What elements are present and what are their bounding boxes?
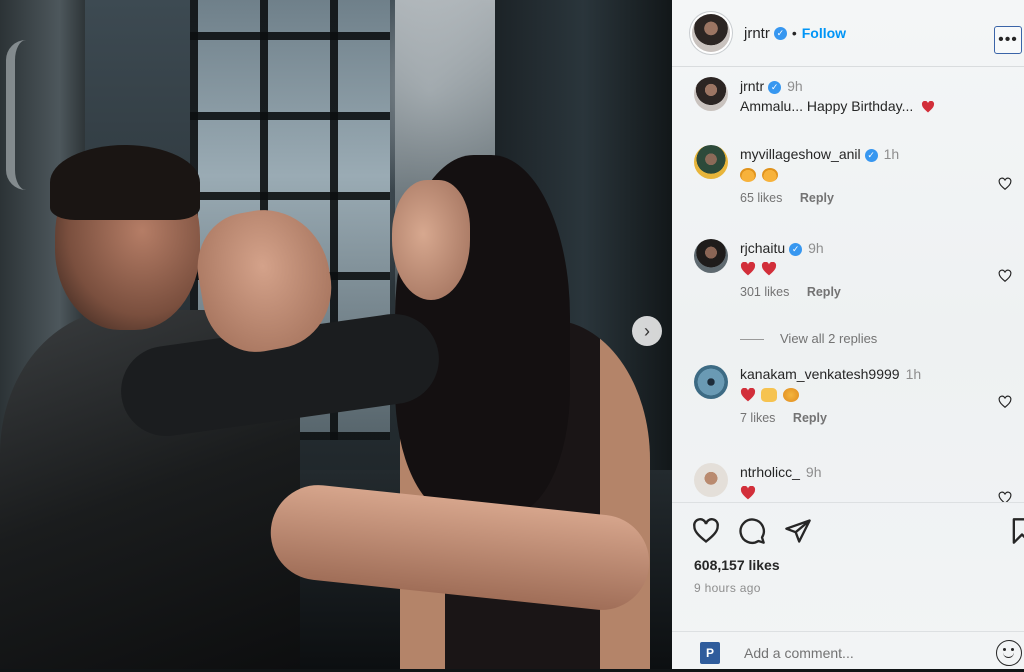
post-actions: 608,157 likes 9 hours ago P [672,502,1024,670]
like-heart-icon[interactable] [998,269,1012,283]
comment-time: 1h [905,366,922,382]
person-man-hair [50,145,200,220]
follow-button[interactable]: Follow [802,25,846,41]
app-icon: P [700,642,720,664]
reply-button[interactable]: Reply [807,285,841,299]
separator-dot: • [791,25,797,41]
person-woman-face [392,180,470,300]
red-heart-icon [740,262,756,276]
caption-text-content: Ammalu... Happy Birthday... [740,98,914,114]
comment-text [740,260,1000,276]
red-heart-icon [922,101,935,113]
comment-username[interactable]: kanakam_venkatesh9999 [740,366,900,382]
post-header: jrntr ✓ • Follow ••• [672,0,1024,67]
comment-username[interactable]: rjchaitu [740,240,785,256]
verified-badge-icon: ✓ [864,148,878,162]
comment-avatar[interactable] [694,463,728,497]
comment-text [740,386,1000,403]
verified-badge-icon: ✓ [789,242,803,256]
author-avatar[interactable] [692,14,730,52]
like-heart-icon[interactable] [998,491,1012,502]
raising-hands-icon [761,388,777,403]
reply-button[interactable]: Reply [800,191,834,205]
comment-avatar[interactable] [694,365,728,399]
caption-avatar[interactable] [694,77,728,111]
author-username[interactable]: jrntr [744,25,770,42]
next-image-button[interactable]: › [632,316,662,346]
post-side-panel: jrntr ✓ • Follow ••• jrntr ✓ 9h Ammalu... … [672,0,1024,669]
comment-avatar[interactable] [694,145,728,179]
comment-username[interactable]: ntrholicc_ [740,464,800,480]
red-heart-icon [740,486,756,500]
like-heart-icon[interactable] [998,177,1012,191]
verified-badge-icon: ✓ [773,26,787,40]
caption-text: Ammalu... Happy Birthday... [740,98,1000,114]
more-icon: ••• [998,31,1018,48]
comment-likes[interactable]: 7 likes [740,411,775,425]
smiling-face-hearts-icon [740,168,756,183]
comment-time: 9h [805,464,822,480]
smiling-face-hearts-icon [762,168,778,183]
comment-time: 9h [808,240,824,256]
post-timestamp: 9 hours ago [694,581,761,595]
comments-list[interactable]: jrntr ✓ 9h Ammalu... Happy Birthday... myv… [672,67,1024,502]
comment-bar: P [672,631,1024,672]
bookmark-icon[interactable] [1008,517,1024,545]
chevron-right-icon: › [644,320,650,341]
comment-likes[interactable]: 65 likes [740,191,782,205]
red-heart-icon [740,388,756,402]
more-options-button[interactable]: ••• [994,26,1022,54]
comment-avatar[interactable] [694,239,728,273]
comment-likes[interactable]: 301 likes [740,285,789,299]
likes-count[interactable]: 608,157 likes [694,557,780,573]
verified-badge-icon: ✓ [768,80,782,94]
like-icon[interactable] [692,517,720,545]
post-photo: › [0,0,672,669]
comment-username[interactable]: myvillageshow_anil [740,146,861,162]
share-icon[interactable] [784,517,812,545]
caption-time: 9h [787,78,803,94]
view-replies-button[interactable]: View all 2 replies [780,331,877,346]
like-heart-icon[interactable] [998,395,1012,409]
emoji-picker-icon[interactable] [996,640,1022,666]
comment-text [740,484,1000,500]
reply-button[interactable]: Reply [793,411,827,425]
caption-username[interactable]: jrntr [740,78,764,94]
add-comment-input[interactable] [742,641,986,665]
comment-time: 1h [883,146,900,162]
comment-icon[interactable] [738,517,766,545]
comment-text [740,166,1000,183]
smiling-face-hearts-icon [783,388,799,403]
red-heart-icon [761,262,777,276]
